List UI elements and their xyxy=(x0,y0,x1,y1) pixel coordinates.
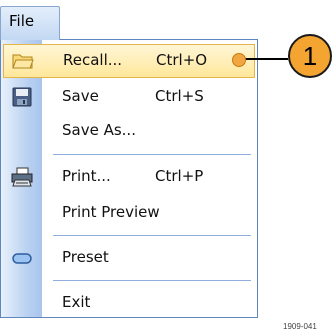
menu-item-recall[interactable]: Recall... Ctrl+O xyxy=(3,44,255,78)
folder-icon xyxy=(12,51,34,71)
menu-separator xyxy=(53,280,251,281)
menu-item-print-preview[interactable]: Print Preview xyxy=(1,196,257,230)
menu-separator xyxy=(53,235,251,236)
menu-item-exit[interactable]: Exit xyxy=(1,286,257,320)
file-menu-tab[interactable]: File xyxy=(0,6,60,40)
menu-item-label: Print Preview xyxy=(62,203,160,221)
figure-id: 1909-041 xyxy=(283,322,317,331)
menu-item-label: Preset xyxy=(62,248,109,266)
menu-item-preset[interactable]: Preset xyxy=(1,241,257,275)
callout-anchor-dot xyxy=(232,53,246,67)
menu-item-save[interactable]: Save Ctrl+S xyxy=(1,80,257,114)
menu-item-save-as[interactable]: Save As... xyxy=(1,114,257,148)
menu-item-print[interactable]: Print... Ctrl+P xyxy=(1,160,257,194)
preset-icon xyxy=(11,248,33,268)
menu-item-label: Print... xyxy=(62,167,111,185)
file-menu-label: File xyxy=(9,12,35,30)
menu-item-label: Recall... xyxy=(63,51,123,69)
menu-item-label: Save xyxy=(62,87,99,105)
callout-number-badge: 1 xyxy=(288,34,332,78)
menu-item-label: Save As... xyxy=(62,121,136,139)
menu-item-shortcut: Ctrl+P xyxy=(155,167,204,185)
menu-item-label: Exit xyxy=(62,293,91,311)
menu-item-shortcut: Ctrl+O xyxy=(156,51,208,69)
menu-item-shortcut: Ctrl+S xyxy=(155,87,204,105)
menu-separator xyxy=(53,154,251,155)
file-dropdown-menu: Recall... Ctrl+O Save Ctrl+S Save As... xyxy=(0,39,258,318)
floppy-disk-icon xyxy=(11,87,33,107)
printer-icon xyxy=(11,167,33,187)
